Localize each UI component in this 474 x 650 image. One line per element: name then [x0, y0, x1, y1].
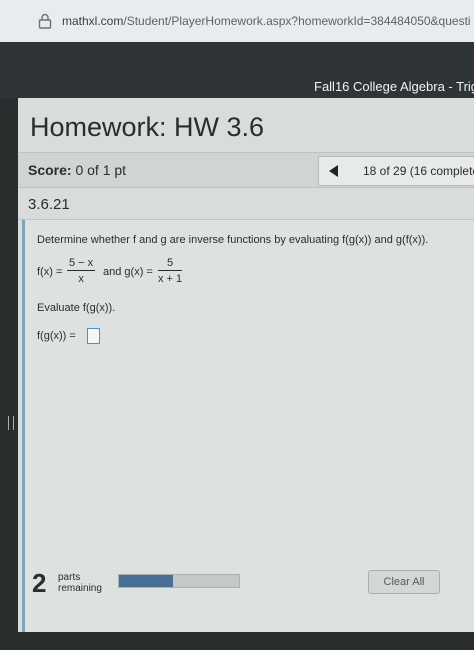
homework-panel: Homework: HW 3.6 Score: 0 of 1 pt 18 of … [18, 98, 474, 650]
g-fraction: 5 x + 1 [158, 257, 183, 285]
left-gutter [0, 98, 18, 632]
question-footer: 2 parts remaining Clear All [18, 562, 474, 632]
score-label: Score: [28, 162, 72, 178]
and-g-label: and g(x) = [103, 266, 153, 278]
score-value: 0 of 1 pt [75, 162, 127, 178]
question-id-row: 3.6.21 [18, 189, 474, 220]
question-prompt: Determine whether f and g are inverse fu… [37, 234, 429, 246]
question-id: 3.6.21 [28, 196, 70, 213]
parts-progress-bar [118, 574, 240, 588]
parts-remaining-label: parts remaining [58, 572, 102, 594]
g-denominator: x + 1 [158, 273, 183, 285]
question-progress-text: 18 of 29 (16 complete) [363, 164, 474, 178]
url-domain: mathxl.com [62, 14, 124, 28]
page-title: Homework: HW 3.6 [30, 112, 265, 142]
f-fraction: 5 − x x [67, 257, 96, 285]
question-navigator: 18 of 29 (16 complete) [318, 156, 474, 186]
course-banner: Fall16 College Algebra - Trig [0, 42, 474, 98]
clear-all-button[interactable]: Clear All [368, 570, 440, 594]
resize-handle[interactable] [8, 416, 14, 430]
course-title: Fall16 College Algebra - Trig [314, 79, 474, 94]
f-label: f(x) = [37, 266, 63, 278]
g-numerator: 5 [167, 257, 174, 269]
parts-word: parts [58, 572, 81, 583]
parts-remaining-count: 2 [32, 568, 47, 598]
f-denominator: x [78, 273, 84, 285]
browser-address-bar[interactable]: mathxl.com/Student/PlayerHomework.aspx?h… [0, 0, 474, 43]
parts-progress-fill [119, 575, 173, 587]
answer-input[interactable] [87, 328, 100, 344]
answer-instructions: Enter your answer in the answer box and … [37, 638, 362, 650]
previous-question-icon[interactable] [329, 165, 338, 177]
remaining-word: remaining [58, 583, 102, 594]
score-text: Score: 0 of 1 pt [28, 162, 126, 178]
evaluate-instruction: Evaluate f(g(x)). [37, 302, 116, 314]
lock-icon [38, 13, 52, 29]
f-numerator: 5 − x [69, 257, 94, 269]
url-text[interactable]: mathxl.com/Student/PlayerHomework.aspx?h… [62, 14, 470, 28]
url-path: /Student/PlayerHomework.aspx?homeworkId=… [123, 14, 470, 28]
answer-label: f(g(x)) = [37, 330, 76, 342]
